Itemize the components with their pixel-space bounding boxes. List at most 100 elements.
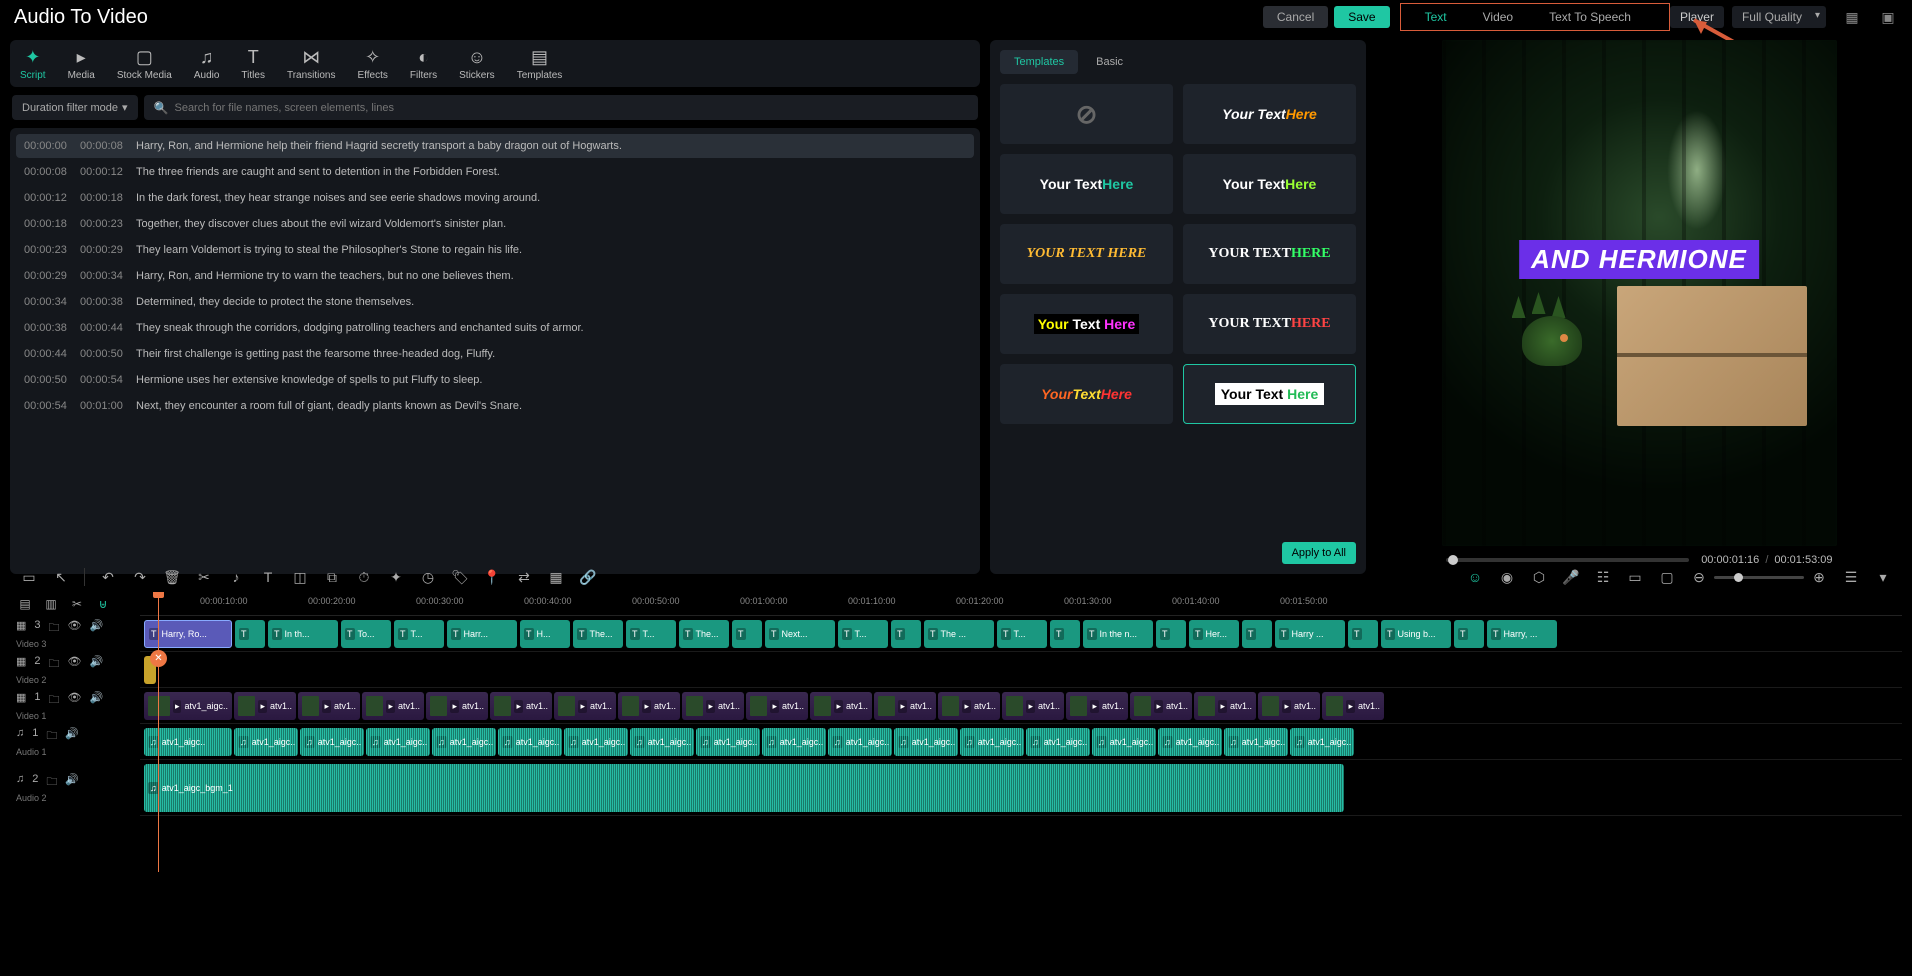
- video-clip[interactable]: ▸atv1..: [1322, 692, 1384, 720]
- script-line[interactable]: 00:00:3800:00:44They sneak through the c…: [16, 316, 974, 340]
- script-line[interactable]: 00:00:0000:00:08Harry, Ron, and Hermione…: [16, 134, 974, 158]
- text-clip[interactable]: TThe ...: [924, 620, 994, 648]
- zoom-slider[interactable]: [1714, 576, 1804, 579]
- tracks-icon[interactable]: ▤: [16, 597, 34, 611]
- bgm-clip[interactable]: ♫atv1_aigc_bgm_1: [144, 764, 1344, 812]
- text-template-7[interactable]: YOUR TEXT HERE: [1183, 294, 1356, 354]
- text-template-5[interactable]: YOUR TEXT HERE: [1183, 224, 1356, 284]
- video-clip[interactable]: ▸atv1..: [554, 692, 616, 720]
- video-clip[interactable]: ▸atv1..: [234, 692, 296, 720]
- video-clip[interactable]: ▸atv1..: [1066, 692, 1128, 720]
- script-line[interactable]: 00:00:2900:00:34Harry, Ron, and Hermione…: [16, 264, 974, 288]
- audio-clip[interactable]: ♫atv1_aigc..: [432, 728, 496, 756]
- text-clip[interactable]: TThe...: [679, 620, 729, 648]
- speed-icon[interactable]: ⏱: [355, 569, 373, 586]
- audio-clip[interactable]: ♫atv1_aigc..: [1092, 728, 1156, 756]
- text-clip[interactable]: THer...: [1189, 620, 1239, 648]
- tool-media[interactable]: ▸Media: [68, 46, 95, 81]
- redo-icon[interactable]: ↷: [131, 569, 149, 586]
- text-clip[interactable]: T: [732, 620, 762, 648]
- video-clip[interactable]: ▸atv1..: [1130, 692, 1192, 720]
- tool-effects[interactable]: ✧Effects: [358, 46, 388, 81]
- record-icon[interactable]: ◉: [1498, 569, 1516, 586]
- video-clip[interactable]: ▸atv1..: [298, 692, 360, 720]
- search-box[interactable]: 🔍: [144, 95, 978, 120]
- aspect-icon[interactable]: ▢: [1658, 569, 1676, 586]
- audio-clip[interactable]: ♫atv1_aigc..: [960, 728, 1024, 756]
- audio-clip[interactable]: ♫atv1_aigc..: [1158, 728, 1222, 756]
- tab-tts[interactable]: Text To Speech: [1531, 6, 1649, 28]
- zoom-out-icon[interactable]: ⊖: [1690, 569, 1708, 586]
- text-clip[interactable]: T: [235, 620, 265, 648]
- undo-icon[interactable]: ↶: [99, 569, 117, 586]
- search-input[interactable]: [174, 96, 968, 120]
- video-clip[interactable]: ▸atv1..: [810, 692, 872, 720]
- script-line[interactable]: 00:00:3400:00:38Determined, they decide …: [16, 290, 974, 314]
- player-canvas[interactable]: AND HERMIONE: [1442, 40, 1837, 546]
- script-line[interactable]: 00:00:1200:00:18In the dark forest, they…: [16, 186, 974, 210]
- tl-select-icon[interactable]: ▭: [20, 569, 38, 586]
- text-clip[interactable]: T: [1156, 620, 1186, 648]
- subtab-basic[interactable]: Basic: [1082, 50, 1137, 74]
- tool-transitions[interactable]: ⋈Transitions: [287, 46, 336, 81]
- track-head-a1[interactable]: ♫1🗀🔊Audio 1: [10, 724, 140, 760]
- audio-clip[interactable]: ♫atv1_aigc..: [300, 728, 364, 756]
- tool-audio[interactable]: ♫Audio: [194, 46, 220, 81]
- text-clip[interactable]: T: [891, 620, 921, 648]
- audio-clip[interactable]: ♫atv1_aigc..: [366, 728, 430, 756]
- audio-clip[interactable]: ♫atv1_aigc..: [1290, 728, 1354, 756]
- zoom-in-icon[interactable]: ⊕: [1810, 569, 1828, 586]
- dual-icon[interactable]: ▥: [42, 597, 60, 611]
- video-clip[interactable]: ▸atv1..: [362, 692, 424, 720]
- track-head-v1[interactable]: ▦1🗀👁🔊Video 1: [10, 688, 140, 724]
- cancel-button[interactable]: Cancel: [1263, 6, 1328, 28]
- mic-icon[interactable]: 🎤: [1562, 569, 1580, 586]
- playhead[interactable]: ✕: [158, 592, 159, 872]
- text-clip[interactable]: T: [1454, 620, 1484, 648]
- tool-script[interactable]: ✦Script: [20, 46, 46, 81]
- text-template-4[interactable]: YOUR TEXT HERE: [1000, 224, 1173, 284]
- mixer-icon[interactable]: ☷: [1594, 569, 1612, 586]
- quality-select[interactable]: Full Quality: [1732, 6, 1826, 28]
- tool-stock[interactable]: ▢Stock Media: [117, 46, 172, 81]
- delete-icon[interactable]: 🗑: [163, 569, 181, 586]
- script-line[interactable]: 00:00:5400:01:00Next, they encounter a r…: [16, 394, 974, 418]
- text-clip[interactable]: TIn the n...: [1083, 620, 1153, 648]
- device-icon[interactable]: ▭: [1626, 569, 1644, 586]
- tab-text[interactable]: Text: [1407, 6, 1465, 28]
- audio-clip[interactable]: ♫atv1_aigc..: [1224, 728, 1288, 756]
- timeline-ruler[interactable]: 00:00:10:0000:00:20:0000:00:30:0000:00:4…: [140, 592, 1902, 616]
- text-clip[interactable]: TUsing b...: [1381, 620, 1451, 648]
- audio-clip[interactable]: ♫atv1_aigc..: [1026, 728, 1090, 756]
- audio-clip[interactable]: ♫atv1_aigc..: [828, 728, 892, 756]
- audio-clip[interactable]: ♫atv1_aigc..: [696, 728, 760, 756]
- text-clip[interactable]: TNext...: [765, 620, 835, 648]
- audio-clip[interactable]: ♫atv1_aigc..: [564, 728, 628, 756]
- cut-icon[interactable]: ✂: [195, 569, 213, 586]
- text-clip[interactable]: TThe...: [573, 620, 623, 648]
- audio-clip[interactable]: ♫atv1_aigc..: [630, 728, 694, 756]
- copy-icon[interactable]: ⧉: [323, 569, 341, 586]
- video-clip[interactable]: ▸atv1..: [1258, 692, 1320, 720]
- text-clip[interactable]: T: [1348, 620, 1378, 648]
- tool-stickers[interactable]: ☺Stickers: [459, 46, 495, 81]
- video-clip[interactable]: ▸atv1..: [1194, 692, 1256, 720]
- text-clip[interactable]: T: [1050, 620, 1080, 648]
- text-clip[interactable]: TIn th...: [268, 620, 338, 648]
- tool-filters[interactable]: ◐Filters: [410, 46, 437, 81]
- text-clip[interactable]: TT...: [838, 620, 888, 648]
- text-clip[interactable]: THarr...: [447, 620, 517, 648]
- video-clip[interactable]: ▸atv1..: [682, 692, 744, 720]
- script-line[interactable]: 00:00:1800:00:23Together, they discover …: [16, 212, 974, 236]
- tag-icon[interactable]: 🏷: [451, 569, 469, 586]
- split-icon[interactable]: ✂: [68, 597, 86, 611]
- script-line[interactable]: 00:00:5000:00:54Hermione uses her extens…: [16, 368, 974, 392]
- tool-templates[interactable]: ▤Templates: [517, 46, 563, 81]
- pin-icon[interactable]: 📍: [483, 569, 501, 586]
- video-clip[interactable]: ▸atv1..: [426, 692, 488, 720]
- snapshot-icon[interactable]: ▣: [1878, 9, 1898, 25]
- filter-mode-dropdown[interactable]: Duration filter mode▾: [12, 95, 138, 120]
- track-head-a2[interactable]: ♫2🗀🔊Audio 2: [10, 760, 140, 816]
- text-clip[interactable]: THarry ...: [1275, 620, 1345, 648]
- text-template-6[interactable]: Your Text Here: [1000, 294, 1173, 354]
